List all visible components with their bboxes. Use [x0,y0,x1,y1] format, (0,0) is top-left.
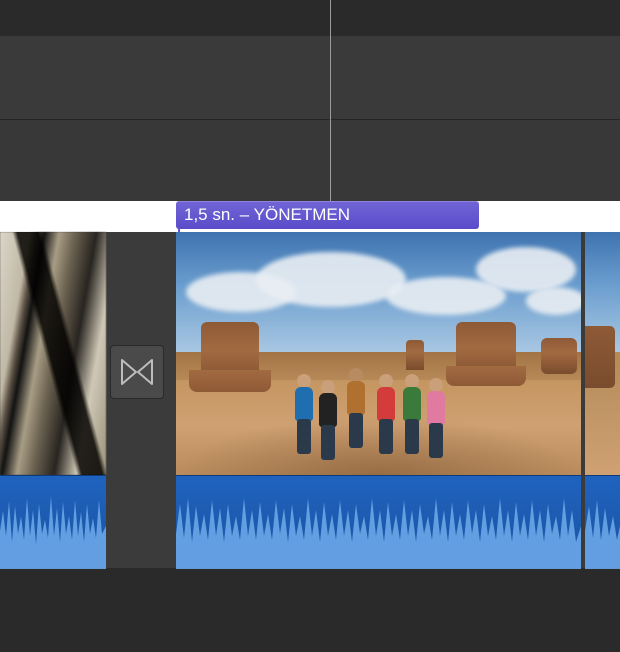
clip-thumbnail-overlay [0,232,106,475]
timeline-clip-next[interactable] [585,232,620,475]
window-bottom-bar [0,568,620,652]
callout-leader-line [330,0,331,208]
clip-audio-track[interactable] [585,475,620,568]
window-top-bar [0,0,620,36]
clip-thumbnail [176,232,581,475]
transition-cross-dissolve[interactable] [110,345,164,399]
clip-audio-track[interactable] [176,475,581,568]
waveform-icon [0,476,106,569]
title-name: YÖNETMEN [254,205,350,224]
timeline-clip-main[interactable] [176,232,581,568]
clip-audio-track[interactable] [0,475,106,568]
timeline-clip-prev[interactable] [0,232,106,568]
title-separator: – [235,205,254,224]
title-duration: 1,5 sn. [184,205,235,224]
spacer-area [0,120,620,201]
waveform-icon [176,476,581,569]
title-chip[interactable]: 1,5 sn. – YÖNETMEN [176,201,479,229]
transition-icon [120,358,154,386]
toolbar-area [0,36,620,120]
waveform-icon [585,476,620,569]
